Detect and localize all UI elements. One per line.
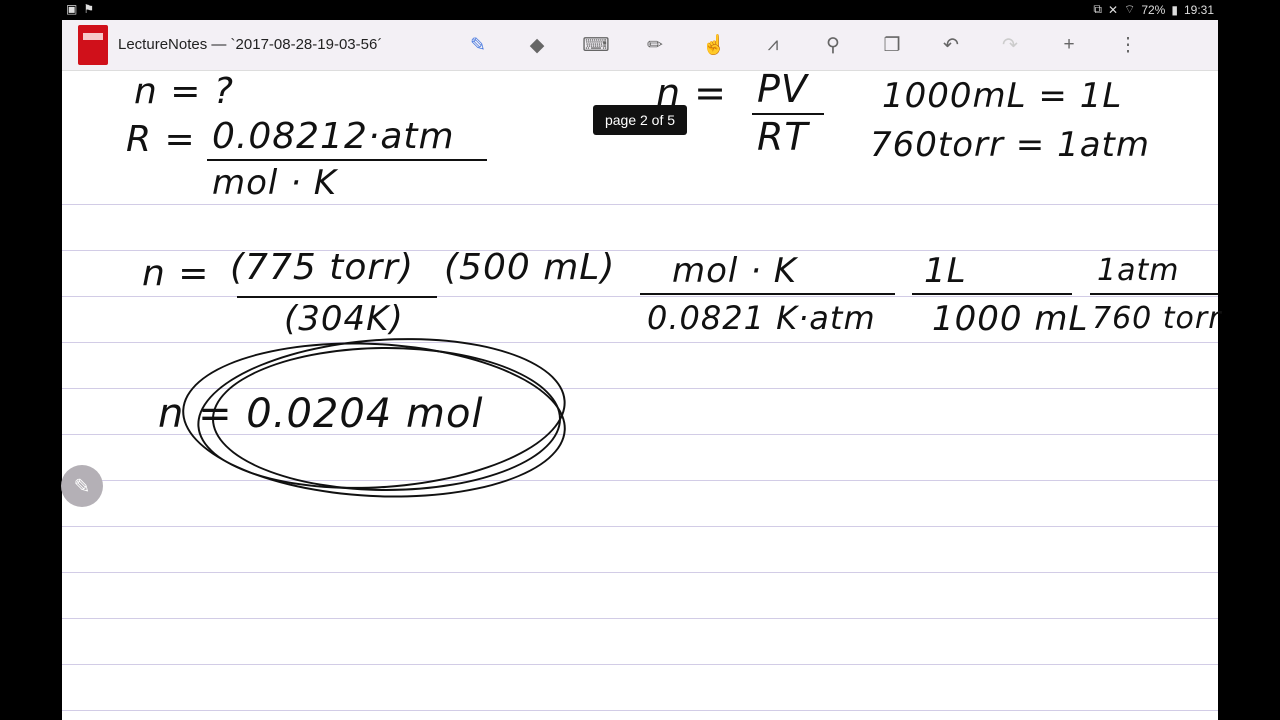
compass-tool-button[interactable]: ⩘ (760, 32, 786, 58)
note-calc-kelvin: (304K) (284, 299, 404, 339)
ruled-line (62, 572, 1218, 573)
add-tool-button[interactable]: + (1056, 32, 1082, 58)
video-icon: ▣ (66, 2, 78, 16)
battery-icon: ▮ (1171, 2, 1178, 17)
battery-level: 72% (1141, 2, 1166, 17)
ruled-line (62, 618, 1218, 619)
note-formula-num: PV (757, 67, 808, 111)
status-bar: ▣ ⚑ ⧉ ✕ ⌔ 72% ▮ 19:31 (0, 0, 1280, 18)
note-calc-torr: (775 torr) (230, 247, 414, 288)
toolbar: LectureNotes — `2017-08-28-19-03-56´ ✎ ◆ ⌨… (62, 20, 1218, 71)
search-tool-button[interactable]: ⚲ (820, 32, 846, 58)
note-calc-r-value: 0.0821 K·atm (647, 299, 876, 337)
pages-tool-button[interactable]: ❐ (879, 32, 905, 58)
app-notebook-icon[interactable] (78, 25, 108, 65)
notification-icon: ⚑ (83, 2, 95, 16)
wifi-icon: ⌔ (1124, 2, 1136, 16)
hand-tool-button[interactable]: ☝ (701, 32, 727, 58)
cast-icon: ⧉ (1093, 2, 1102, 16)
note-n-unknown: n = ? (134, 71, 234, 112)
note-conversion-torr: 760torr = 1atm (870, 125, 1151, 165)
document-title: LectureNotes — `2017-08-28-19-03-56´ (118, 36, 383, 53)
note-calc-lhs: n = (142, 253, 210, 294)
note-calc-760torr: 760 torr (1092, 301, 1222, 336)
ruled-line (62, 342, 1218, 343)
note-r-denominator: mol · K (212, 163, 338, 203)
mute-icon: ✕ (1107, 2, 1119, 17)
ruled-line (62, 664, 1218, 665)
note-r-numerator: 0.08212·atm (212, 116, 455, 157)
ruled-line (62, 710, 1218, 711)
note-calc-ml: (500 mL) (444, 247, 616, 288)
eraser-tool-button[interactable]: ◆ (524, 32, 550, 58)
note-calc-molk: mol · K (672, 251, 798, 291)
note-calc-1000ml: 1000 mL (932, 299, 1089, 339)
note-calc-1l: 1L (924, 251, 967, 291)
note-r-label: R = (126, 119, 196, 160)
more-menu-button[interactable]: ⋮ (1115, 32, 1141, 58)
pen-fab-button[interactable]: ✎ (61, 465, 103, 507)
ruled-line (62, 480, 1218, 481)
keyboard-tool-button[interactable]: ⌨ (582, 32, 609, 58)
pen-tool-button[interactable]: ✎ (465, 32, 491, 58)
note-page[interactable]: n = ? R = 0.08212·atm mol · K n = PV RT … (62, 67, 1221, 720)
clock: 19:31 (1183, 2, 1214, 17)
pencil-tool-button[interactable]: ✏ (642, 32, 668, 58)
note-result: n = 0.0204 mol (158, 391, 484, 437)
redo-tool-button[interactable]: ↷ (997, 32, 1023, 58)
ruled-line (62, 526, 1218, 527)
pen-icon: ✎ (73, 475, 91, 498)
note-formula-den: RT (757, 115, 809, 159)
note-calc-1atm: 1atm (1097, 253, 1180, 288)
ruled-line (62, 296, 1218, 297)
undo-tool-button[interactable]: ↶ (938, 32, 964, 58)
ruled-line (62, 204, 1218, 205)
page-indicator-tooltip: page 2 of 5 (593, 105, 687, 135)
note-conversion-ml: 1000mL = 1L (882, 76, 1123, 116)
